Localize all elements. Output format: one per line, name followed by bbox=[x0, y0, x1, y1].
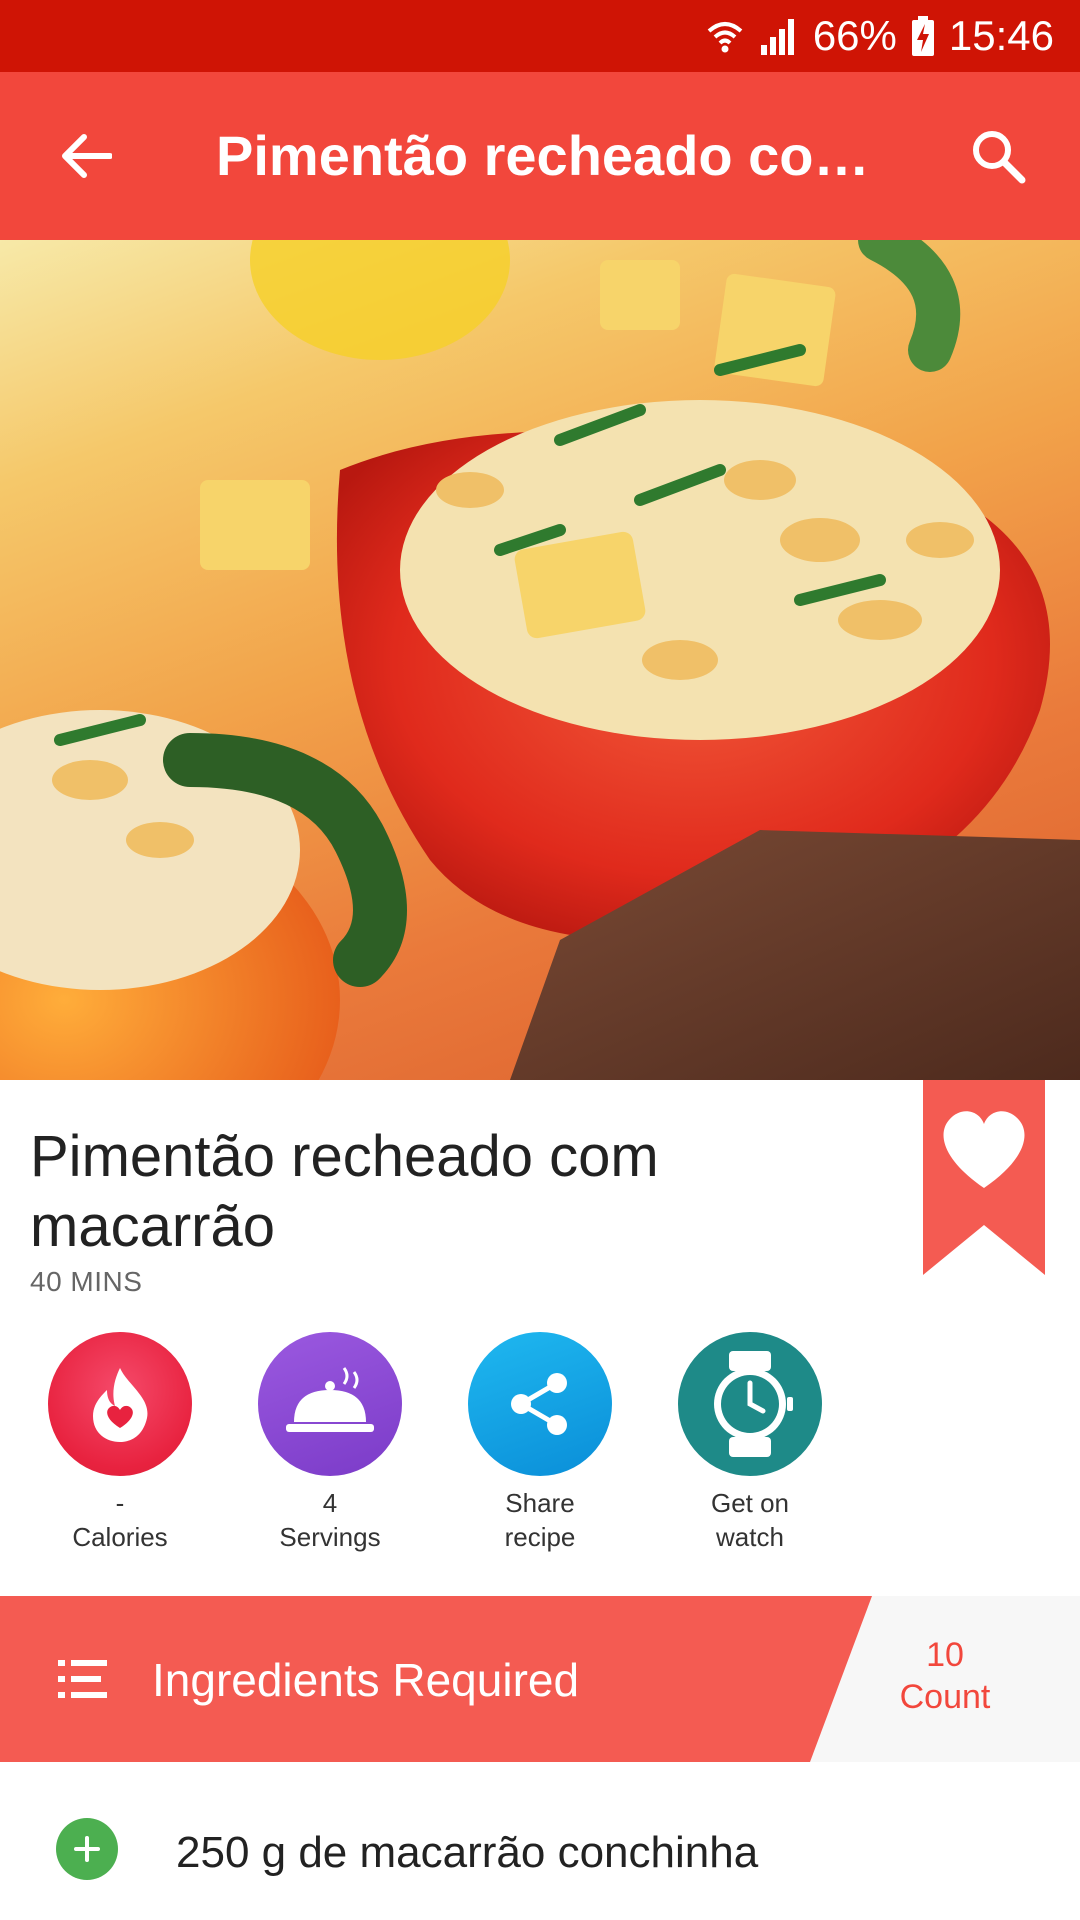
share-icon bbox=[468, 1332, 612, 1476]
arrow-back-icon bbox=[62, 134, 112, 178]
flame-heart-icon bbox=[48, 1332, 192, 1476]
search-icon bbox=[973, 131, 1026, 184]
ingredients-count-label: Count bbox=[899, 1678, 991, 1716]
servings-label: Servings bbox=[279, 1522, 381, 1552]
ingredient-text: 250 g de macarrão conchinha bbox=[176, 1828, 759, 1877]
recipe-actions: - Calories 4 Servings Share recipe Get o… bbox=[0, 1332, 1080, 1572]
favorite-bookmark-button[interactable] bbox=[923, 1080, 1045, 1275]
calories-action[interactable]: - Calories bbox=[15, 1332, 225, 1554]
add-ingredient-button[interactable] bbox=[56, 1818, 118, 1880]
signal-icon bbox=[759, 17, 799, 55]
battery-charging-icon bbox=[911, 16, 935, 56]
calories-value: - bbox=[115, 1488, 125, 1518]
app-bar-title: Pimentão recheado co… bbox=[216, 124, 866, 187]
list-item: 250 g de macarrão conchinha bbox=[0, 1800, 1080, 1910]
recipe-screen: 66% 15:46 Pimentão recheado co… Pimentão… bbox=[0, 0, 1080, 1920]
wifi-icon bbox=[705, 17, 745, 55]
list-icon bbox=[56, 1652, 110, 1706]
app-bar: Pimentão recheado co… bbox=[0, 72, 1080, 240]
cloche-icon bbox=[258, 1332, 402, 1476]
recipe-title: Pimentão recheado com macarrão bbox=[30, 1124, 659, 1259]
share-recipe-action[interactable]: Share recipe bbox=[435, 1332, 645, 1554]
search-button[interactable] bbox=[964, 122, 1032, 190]
watch-label-line2: watch bbox=[716, 1522, 784, 1552]
plus-icon bbox=[74, 1836, 100, 1862]
status-bar: 66% 15:46 bbox=[0, 0, 1080, 72]
calories-label: Calories bbox=[72, 1522, 168, 1552]
recipe-time: 40 MINS bbox=[30, 1266, 143, 1297]
share-label-line1: Share bbox=[505, 1488, 575, 1518]
clock: 15:46 bbox=[948, 12, 1054, 59]
ingredients-count-value: 10 bbox=[926, 1636, 964, 1674]
ingredients-header: Ingredients Required 10 Count bbox=[0, 1596, 1080, 1762]
get-on-watch-action[interactable]: Get on watch bbox=[645, 1332, 855, 1554]
servings-value: 4 bbox=[322, 1488, 338, 1518]
watch-icon bbox=[678, 1332, 822, 1476]
recipe-photo bbox=[0, 240, 1080, 1080]
watch-label-line1: Get on bbox=[710, 1488, 790, 1518]
ingredients-title: Ingredients Required bbox=[152, 1654, 580, 1706]
back-button[interactable] bbox=[52, 122, 120, 190]
battery-percent: 66% bbox=[812, 12, 897, 59]
servings-action[interactable]: 4 Servings bbox=[225, 1332, 435, 1554]
ingredients-count: 10 Count bbox=[870, 1634, 1020, 1718]
share-label-line2: recipe bbox=[504, 1522, 576, 1552]
